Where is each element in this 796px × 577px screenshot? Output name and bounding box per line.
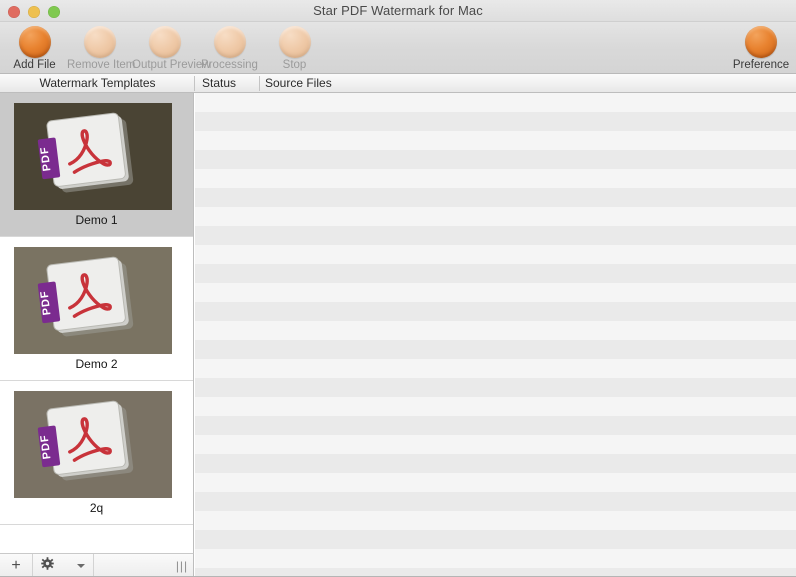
- column-header-source-files[interactable]: Source Files: [265, 74, 332, 92]
- app-window: Star PDF Watermark for Mac Add File Remo…: [0, 0, 796, 577]
- table-row[interactable]: [195, 397, 796, 416]
- table-row[interactable]: [195, 473, 796, 492]
- template-settings-menu-button[interactable]: [33, 554, 94, 577]
- table-row[interactable]: [195, 530, 796, 549]
- table-row[interactable]: [195, 321, 796, 340]
- table-row[interactable]: [195, 112, 796, 131]
- table-row[interactable]: [195, 245, 796, 264]
- template-thumbnail: PDF: [14, 247, 172, 354]
- table-row[interactable]: [195, 549, 796, 568]
- template-item[interactable]: PDF Demo 2: [0, 237, 193, 381]
- preference-label: Preference: [732, 59, 790, 71]
- table-row[interactable]: [195, 492, 796, 511]
- remove-item-icon: [83, 26, 116, 58]
- template-thumbnail-image: PDF: [14, 247, 172, 354]
- output-preview-label: Output Preview: [132, 59, 211, 71]
- column-header-bar: Watermark Templates Status Source Files: [0, 74, 796, 93]
- preference-button[interactable]: Preference: [726, 22, 796, 71]
- preference-icon: [745, 26, 777, 58]
- column-divider-1[interactable]: [194, 76, 195, 91]
- template-item[interactable]: PDF 2q: [0, 381, 193, 525]
- table-row[interactable]: [195, 188, 796, 207]
- output-preview-icon: [148, 26, 181, 58]
- template-name: 2q: [89, 501, 104, 515]
- source-files-list[interactable]: [195, 93, 796, 577]
- stop-icon: [278, 26, 311, 58]
- column-divider-2[interactable]: [259, 76, 260, 91]
- table-row[interactable]: [195, 359, 796, 378]
- table-row[interactable]: [195, 150, 796, 169]
- table-row[interactable]: [195, 226, 796, 245]
- output-preview-button[interactable]: Output Preview: [132, 22, 211, 71]
- processing-icon: [213, 26, 246, 58]
- template-name: Demo 1: [75, 213, 118, 227]
- table-row[interactable]: [195, 511, 796, 530]
- watermark-templates-sidebar[interactable]: PDF Demo 1 PDF Demo 2 PDF 2q: [0, 93, 194, 553]
- column-header-status[interactable]: Status: [202, 74, 236, 92]
- table-row[interactable]: [195, 340, 796, 359]
- toolbar-right-items: Preference: [726, 22, 796, 71]
- table-row[interactable]: [195, 131, 796, 150]
- table-row[interactable]: [195, 454, 796, 473]
- template-thumbnail: PDF: [14, 391, 172, 498]
- column-header-watermark-templates[interactable]: Watermark Templates: [0, 74, 195, 92]
- sidebar-footer-bar: + |||: [0, 553, 194, 577]
- processing-button[interactable]: Processing: [197, 22, 262, 71]
- add-file-button[interactable]: Add File: [2, 22, 67, 71]
- add-file-icon: [18, 26, 51, 58]
- toolbar: Add File Remove Item Output Preview Proc…: [0, 22, 796, 74]
- caret-down-icon: [77, 563, 85, 568]
- stop-button[interactable]: Stop: [262, 22, 327, 71]
- table-row[interactable]: [195, 207, 796, 226]
- plus-icon: +: [11, 556, 21, 574]
- template-name: Demo 2: [75, 357, 118, 371]
- table-row[interactable]: [195, 435, 796, 454]
- template-thumbnail: PDF: [14, 103, 172, 210]
- processing-label: Processing: [201, 59, 258, 71]
- table-row[interactable]: [195, 93, 796, 112]
- add-file-label: Add File: [13, 59, 56, 71]
- title-bar: Star PDF Watermark for Mac: [0, 0, 796, 22]
- stop-label: Stop: [282, 59, 307, 71]
- add-template-button[interactable]: +: [0, 554, 33, 577]
- table-row[interactable]: [195, 283, 796, 302]
- table-row[interactable]: [195, 264, 796, 283]
- window-title: Star PDF Watermark for Mac: [313, 3, 483, 18]
- sidebar-resize-grip[interactable]: |||: [171, 554, 193, 577]
- gear-icon: [41, 556, 54, 575]
- footer-spacer: [94, 554, 171, 577]
- table-row[interactable]: [195, 378, 796, 397]
- remove-item-button[interactable]: Remove Item: [67, 22, 136, 71]
- table-row[interactable]: [195, 169, 796, 188]
- template-thumbnail-image: PDF: [14, 103, 172, 210]
- template-thumbnail-image: PDF: [14, 391, 172, 498]
- table-row[interactable]: [195, 302, 796, 321]
- table-row[interactable]: [195, 416, 796, 435]
- toolbar-items: Add File Remove Item Output Preview Proc…: [2, 22, 327, 71]
- template-item[interactable]: PDF Demo 1: [0, 93, 193, 237]
- remove-item-label: Remove Item: [67, 59, 136, 71]
